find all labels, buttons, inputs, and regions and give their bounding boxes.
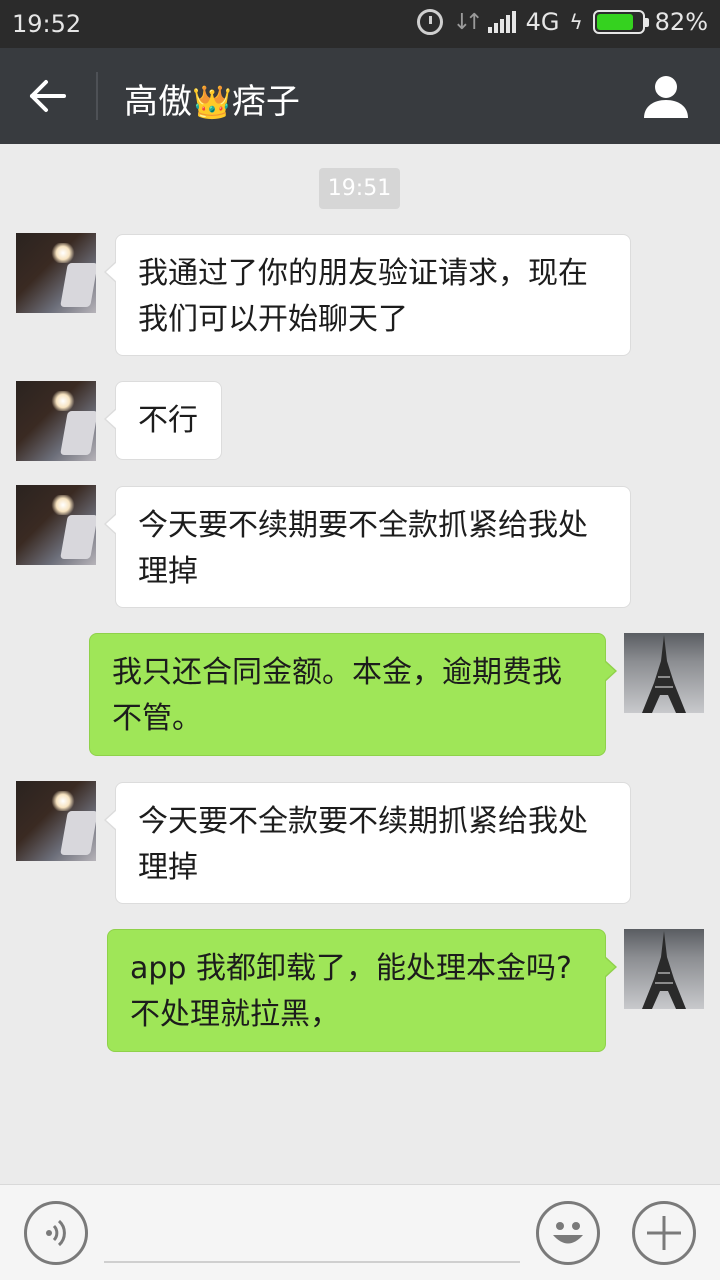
signal-icon — [487, 11, 516, 33]
message-bubble-incoming[interactable]: 我通过了你的朋友验证请求，现在我们可以开始聊天了 — [104, 234, 631, 356]
chat-title-prefix: 高傲 — [124, 82, 192, 122]
chat-input-bar — [0, 1184, 720, 1280]
emoji-icon — [553, 1222, 583, 1244]
chat-header: 高傲👑痞子 — [0, 48, 720, 144]
message-text: app 我都卸载了，能处理本金吗? 不处理就拉黑， — [130, 951, 572, 1032]
message-bubble-incoming[interactable]: 今天要不全款要不续期抓紧给我处理掉 — [104, 782, 631, 904]
data-arrows-icon: ↓↑ — [452, 9, 484, 35]
contact-profile-icon — [644, 76, 688, 118]
eiffel-tower-image — [642, 635, 686, 713]
back-button[interactable] — [24, 72, 72, 120]
status-time: 19:52 — [12, 10, 82, 38]
contact-profile-button[interactable] — [642, 72, 690, 120]
message-text: 我只还合同金额。本金，逾期费我不管。 — [112, 655, 562, 736]
status-bar: 19:52 ↓↑ 4G ϟ 82% — [0, 0, 720, 48]
voice-icon — [46, 1219, 66, 1247]
contact-avatar[interactable] — [16, 485, 96, 565]
battery-icon — [592, 10, 649, 34]
message-timestamp: 19:51 — [319, 168, 400, 209]
message-text: 不行 — [138, 403, 198, 438]
message-bubble-incoming[interactable]: 今天要不续期要不全款抓紧给我处理掉 — [104, 486, 631, 608]
message-text: 今天要不全款要不续期抓紧给我处理掉 — [138, 804, 588, 885]
emoji-button[interactable] — [536, 1201, 600, 1265]
contact-avatar[interactable] — [16, 381, 96, 461]
message-input[interactable] — [104, 1205, 520, 1263]
message-bubble-incoming[interactable]: 不行 — [104, 381, 222, 460]
charging-icon: ϟ — [569, 10, 583, 34]
eiffel-tower-image — [642, 931, 686, 1009]
message-text: 今天要不续期要不全款抓紧给我处理掉 — [138, 508, 588, 589]
alarm-icon — [416, 9, 443, 35]
crown-emoji: 👑 — [192, 83, 232, 121]
message-bubble-outgoing[interactable]: 我只还合同金额。本金，逾期费我不管。 — [89, 633, 617, 756]
plus-icon — [647, 1216, 681, 1250]
network-type: 4G — [525, 8, 560, 36]
more-options-button[interactable] — [632, 1201, 696, 1265]
message-bubble-outgoing[interactable]: app 我都卸载了，能处理本金吗? 不处理就拉黑， — [107, 929, 617, 1052]
header-divider — [96, 72, 98, 120]
my-avatar[interactable] — [624, 633, 704, 713]
contact-avatar[interactable] — [16, 781, 96, 861]
chat-title-suffix: 痞子 — [231, 82, 300, 122]
battery-percent: 82% — [654, 8, 708, 36]
voice-button[interactable] — [24, 1201, 88, 1265]
status-icons: ↓↑ 4G ϟ 82% — [416, 8, 708, 36]
my-avatar[interactable] — [624, 929, 704, 1009]
back-arrow-icon — [30, 80, 66, 112]
chat-title: 高傲👑痞子 — [124, 74, 300, 123]
message-text: 我通过了你的朋友验证请求，现在我们可以开始聊天了 — [138, 256, 588, 337]
contact-avatar[interactable] — [16, 233, 96, 313]
